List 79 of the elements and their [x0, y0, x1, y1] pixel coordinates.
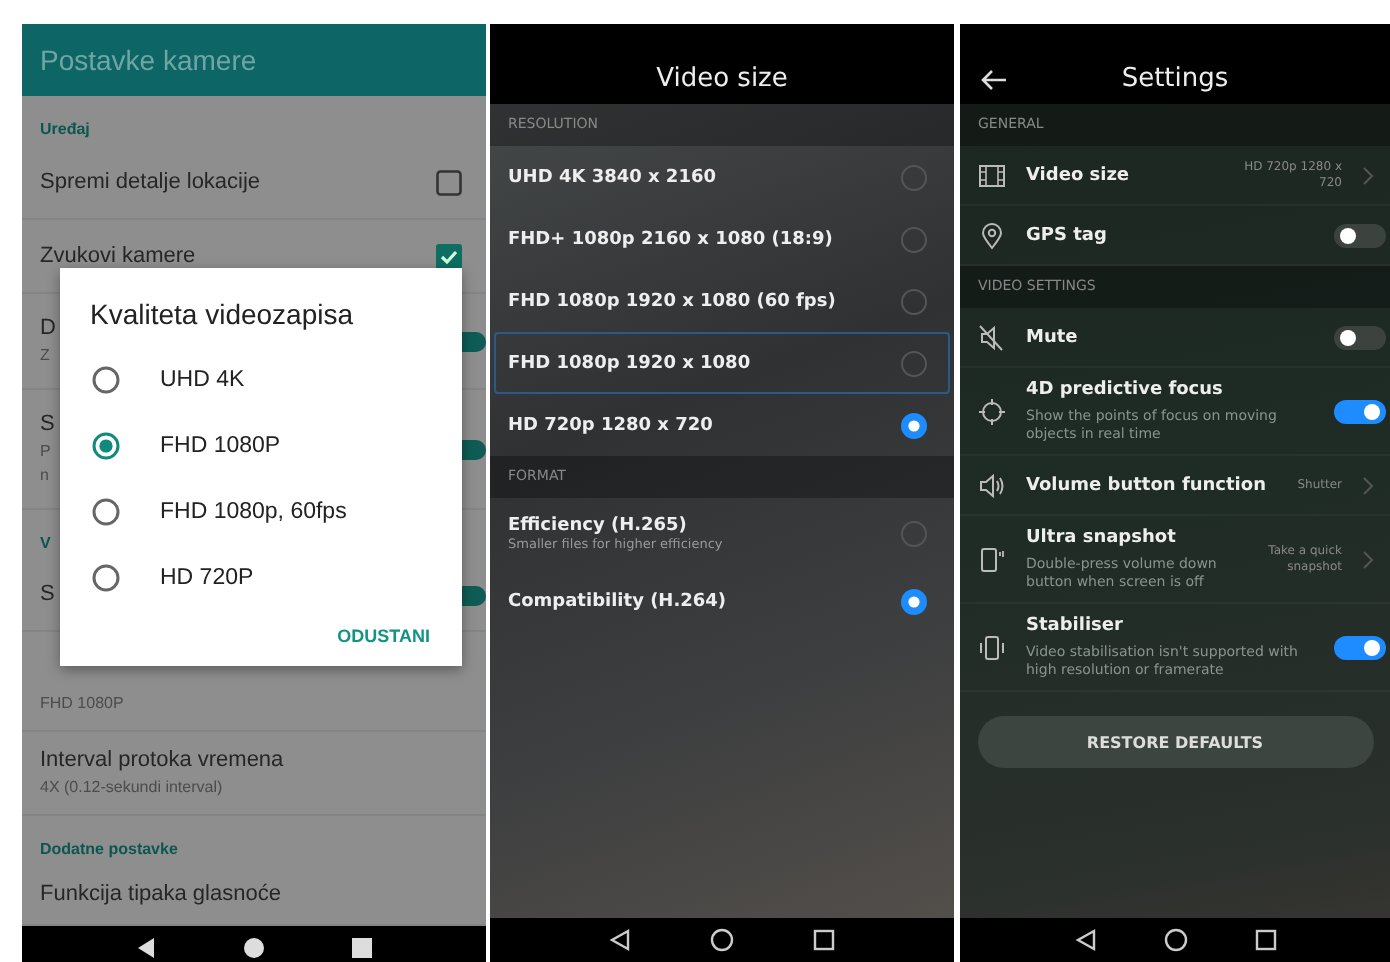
- option-label: HD 720p 1280 x 720: [508, 415, 715, 435]
- setting-title: Interval protoka vremena: [40, 746, 284, 776]
- radio-button[interactable]: [900, 349, 928, 377]
- option-label: UHD 4K 3840 x 2160: [508, 167, 718, 187]
- checkbox[interactable]: [436, 169, 462, 195]
- recents-icon[interactable]: [350, 936, 374, 960]
- option-label: FHD+ 1080p 2160 x 1080 (18:9): [508, 229, 835, 249]
- phone-icon: [978, 545, 1006, 573]
- setting-title: Funkcija tipaka glasnoće: [40, 880, 281, 910]
- option-row[interactable]: FHD 1080p 1920 x 1080 (60 fps): [494, 270, 950, 332]
- home-icon[interactable]: [242, 936, 266, 960]
- setting-title: Stabiliser: [1026, 614, 1125, 638]
- setting-title: Ultra snapshot: [1026, 526, 1178, 550]
- back-arrow-icon[interactable]: [980, 68, 1008, 92]
- back-icon[interactable]: [1073, 928, 1097, 952]
- setting-title: Spremi detalje lokacije: [40, 167, 261, 197]
- checkbox[interactable]: [436, 243, 462, 269]
- section-header: V: [40, 534, 51, 552]
- option-label: Efficiency (H.265): [508, 516, 689, 536]
- setting-title: Video size: [1026, 163, 1132, 187]
- home-icon[interactable]: [1163, 928, 1187, 952]
- recents-icon[interactable]: [811, 928, 836, 952]
- dialog-title: Kvaliteta videozapisa: [90, 298, 356, 330]
- option-row[interactable]: Compatibility (H.264): [494, 570, 950, 632]
- screen-title: Settings: [1121, 62, 1229, 98]
- radio-button[interactable]: [92, 431, 120, 459]
- muted-speaker-icon: [978, 323, 1006, 351]
- app-bar-title: Postavke kamere: [22, 24, 486, 96]
- setting-title: 4D predictive focus: [1026, 378, 1225, 402]
- setting-subtitle: FHD 1080P: [40, 692, 124, 716]
- setting-subtitle: n: [40, 464, 49, 488]
- setting-subtitle: Z: [40, 344, 50, 368]
- location-pin-icon: [978, 221, 1006, 249]
- phone-vibrate-icon: [978, 633, 1006, 661]
- setting-title: D: [40, 314, 56, 344]
- radio-button[interactable]: [900, 225, 928, 253]
- section-header: Dodatne postavke: [40, 840, 178, 858]
- film-icon: [978, 161, 1006, 189]
- radio-button[interactable]: [92, 365, 120, 393]
- option-label: FHD 1080p, 60fps: [160, 499, 347, 523]
- speaker-icon: [978, 471, 1006, 499]
- crosshair-icon: [978, 397, 1006, 425]
- restore-defaults-button[interactable]: RESTORE DEFAULTS: [977, 716, 1373, 768]
- option-label: FHD 1080P: [160, 433, 281, 457]
- cancel-button[interactable]: ODUSTANI: [333, 618, 434, 654]
- setting-title: S: [40, 410, 55, 440]
- option-row[interactable]: FHD+ 1080p 2160 x 1080 (18:9): [494, 208, 950, 270]
- setting-title: Zvukovi kamere: [40, 241, 196, 271]
- toggle-switch[interactable]: [1334, 223, 1386, 247]
- setting-subtitle: 4X (0.12-sekundi interval): [40, 776, 223, 800]
- setting-title: Volume button function: [1026, 473, 1268, 497]
- home-icon[interactable]: [709, 928, 734, 952]
- option-label: HD 720P: [160, 565, 254, 589]
- radio-button[interactable]: [900, 163, 928, 191]
- setting-subtitle: P: [40, 440, 51, 464]
- back-icon[interactable]: [134, 936, 158, 960]
- radio-button[interactable]: [92, 563, 120, 591]
- option-label: UHD 4K: [160, 367, 245, 391]
- back-icon[interactable]: [608, 928, 633, 952]
- radio-button[interactable]: [900, 287, 928, 315]
- option-label: FHD 1080p 1920 x 1080 (60 fps): [508, 291, 838, 311]
- option-label: FHD 1080p 1920 x 1080: [508, 353, 753, 373]
- screen-title: Video size: [490, 24, 954, 104]
- setting-title: GPS tag: [1026, 223, 1109, 247]
- option-row[interactable]: UHD 4K 3840 x 2160: [494, 146, 950, 208]
- toggle-switch[interactable]: [1334, 325, 1386, 349]
- setting-title: Mute: [1026, 325, 1080, 349]
- option-label: Compatibility (H.264): [508, 591, 729, 611]
- option-row[interactable]: FHD 1080p 1920 x 1080: [494, 332, 950, 394]
- section-header: Uređaj: [40, 120, 90, 138]
- option-row[interactable]: HD 720p 1280 x 720: [494, 394, 950, 456]
- radio-button[interactable]: [900, 587, 928, 615]
- toggle-switch[interactable]: [1334, 399, 1386, 423]
- radio-button[interactable]: [900, 520, 928, 548]
- toggle-switch[interactable]: [1334, 635, 1386, 659]
- radio-button[interactable]: [92, 497, 120, 525]
- recents-icon[interactable]: [1253, 928, 1277, 952]
- setting-title: S: [40, 580, 55, 610]
- radio-button[interactable]: [900, 411, 928, 439]
